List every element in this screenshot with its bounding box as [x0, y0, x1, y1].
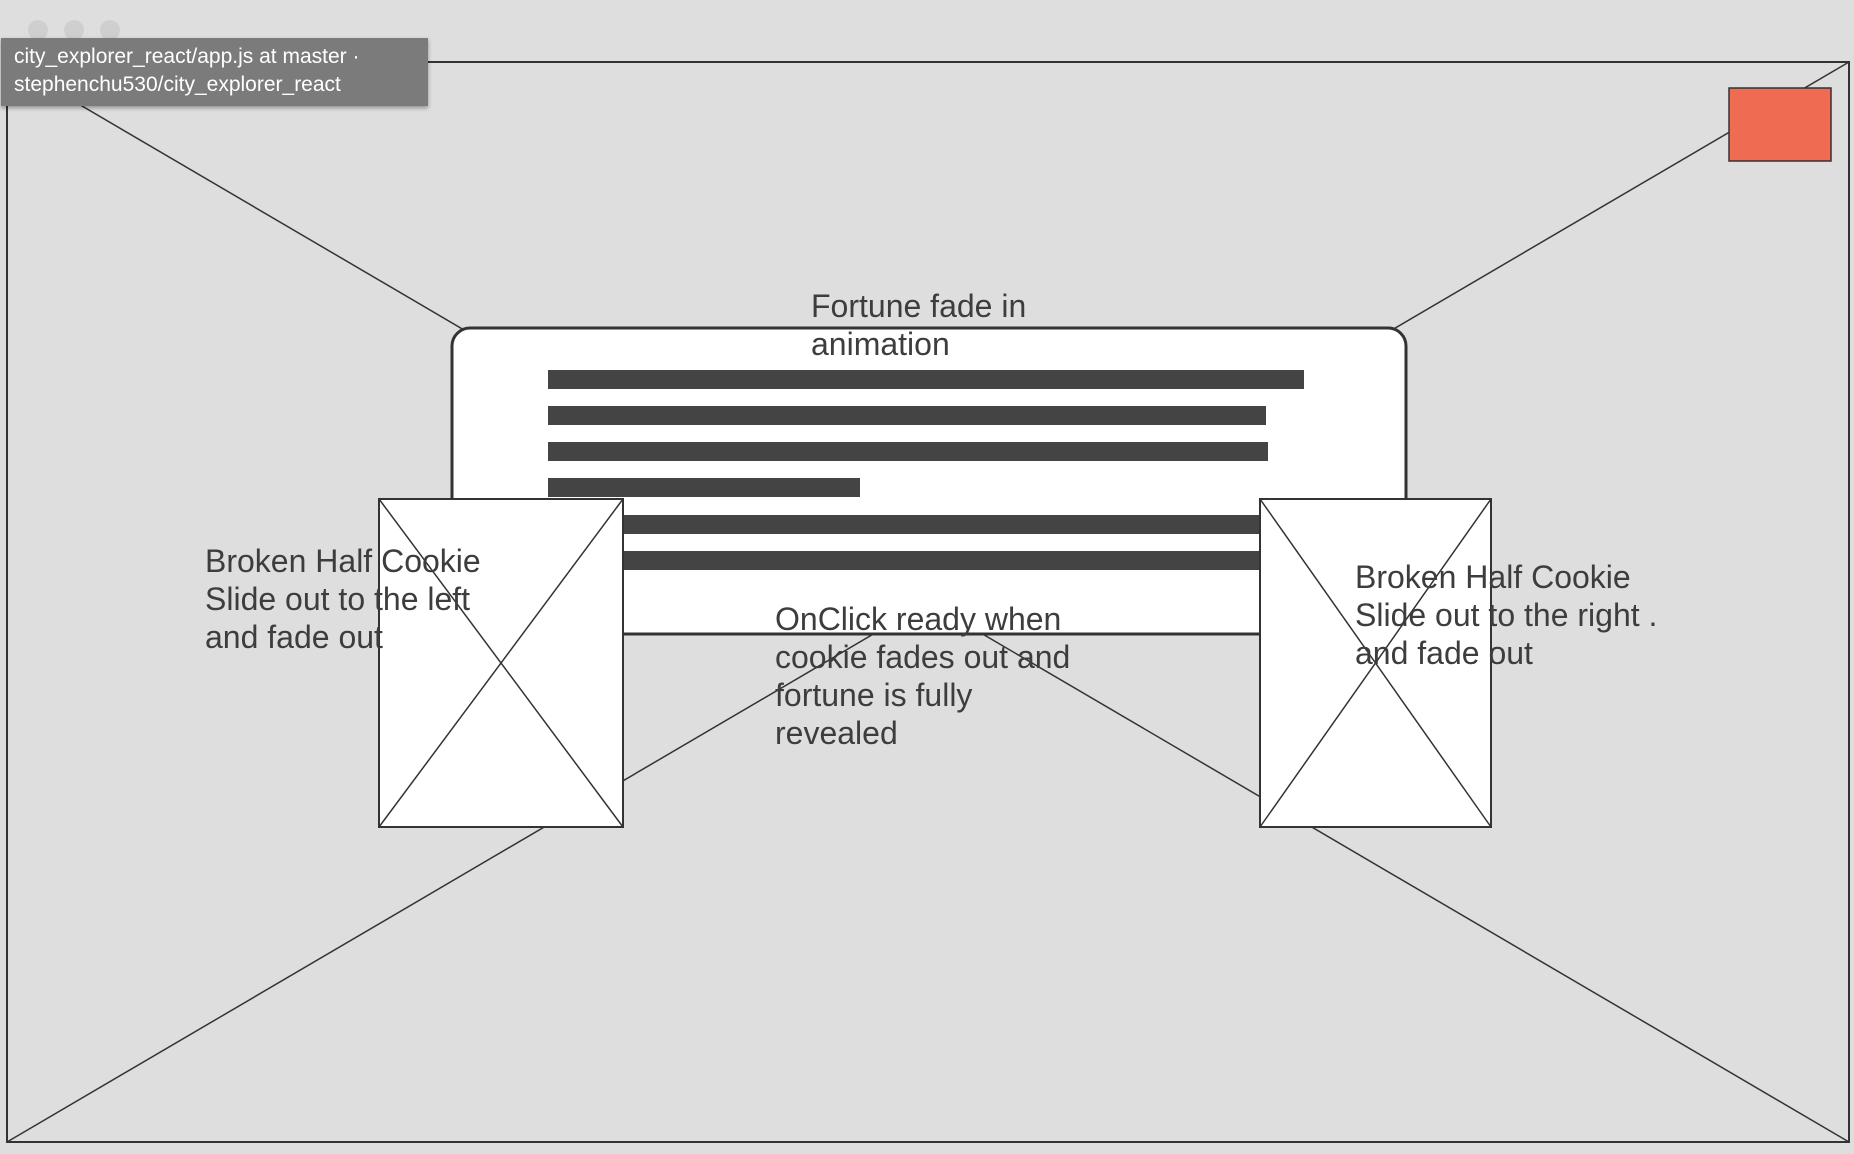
fortune-text-line — [548, 406, 1266, 425]
onclick-note: OnClick ready when cookie fades out and … — [775, 600, 1070, 752]
note-line: and fade out — [1355, 635, 1533, 671]
fortune-text-line — [548, 370, 1304, 389]
note-line: animation — [811, 326, 950, 362]
note-line: Slide out to the right . — [1355, 597, 1658, 633]
note-line: OnClick ready when — [775, 601, 1062, 637]
note-line: revealed — [775, 715, 898, 751]
page-title-tooltip: city_explorer_react/app.js at master · s… — [1, 38, 428, 106]
fortune-text-line — [548, 515, 1272, 534]
note-line: Fortune fade in — [811, 288, 1027, 324]
fortune-text-line — [548, 551, 1272, 570]
note-line: and fade out — [205, 619, 383, 655]
wireframe-window: city_explorer_react/app.js at master · s… — [0, 0, 1854, 1154]
left-cookie-note: Broken Half Cookie Slide out to the left… — [205, 542, 481, 656]
tooltip-line-2: stephenchu530/city_explorer_react — [14, 73, 341, 96]
note-line: Broken Half Cookie — [1355, 559, 1631, 595]
fortune-text-line — [548, 478, 860, 497]
note-line: cookie fades out and — [775, 639, 1071, 675]
tooltip-line-1: city_explorer_react/app.js at master · — [14, 45, 360, 68]
note-line: Slide out to the left — [205, 581, 471, 617]
close-button[interactable] — [1728, 87, 1832, 162]
fortune-animation-note: Fortune fade in animation — [811, 287, 1026, 363]
right-cookie-note: Broken Half Cookie Slide out to the righ… — [1355, 558, 1657, 672]
note-line: Broken Half Cookie — [205, 543, 481, 579]
fortune-text-line — [548, 442, 1268, 461]
note-line: fortune is fully — [775, 677, 973, 713]
